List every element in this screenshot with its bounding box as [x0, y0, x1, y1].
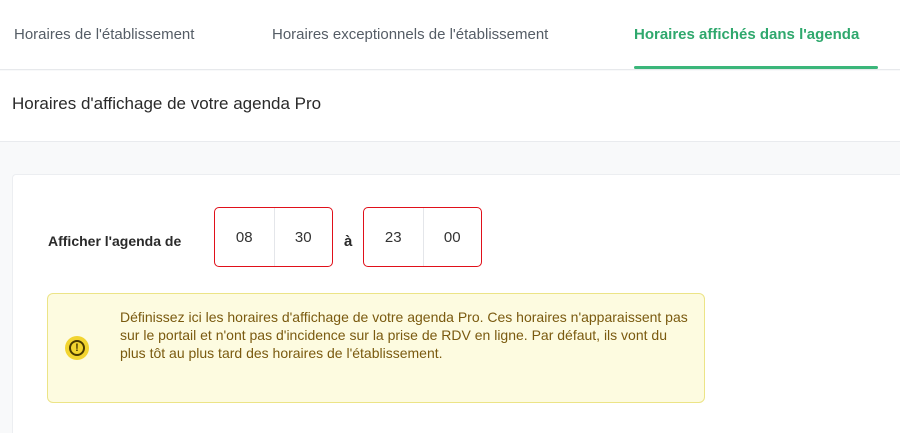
end-hours-field[interactable]: 23 — [364, 208, 423, 266]
tab-horaires-etablissement[interactable]: Horaires de l'établissement — [14, 26, 194, 43]
start-hours-field[interactable]: 08 — [215, 208, 274, 266]
tab-bar: Horaires de l'établissement Horaires exc… — [0, 0, 900, 70]
tab-horaires-exceptionnels[interactable]: Horaires exceptionnels de l'établissemen… — [272, 26, 548, 43]
display-range-label: Afficher l'agenda de — [48, 233, 182, 249]
start-time-input: 08 30 — [214, 207, 333, 267]
tab-horaires-agenda[interactable]: Horaires affichés dans l'agenda — [634, 26, 859, 43]
info-alert-text: Définissez ici les horaires d'affichage … — [120, 309, 688, 361]
start-minutes-field[interactable]: 30 — [273, 208, 333, 266]
exclamation-circle-icon: ! — [65, 336, 89, 360]
title-bar: Horaires d'affichage de votre agenda Pro — [0, 71, 900, 142]
settings-card: Afficher l'agenda de 08 30 à 23 00 ! Déf… — [12, 174, 900, 433]
end-minutes-field[interactable]: 00 — [422, 208, 482, 266]
page-title: Horaires d'affichage de votre agenda Pro — [12, 94, 322, 113]
active-tab-indicator — [634, 66, 878, 69]
time-separator: à — [344, 233, 353, 250]
end-time-input: 23 00 — [363, 207, 482, 267]
info-alert: ! Définissez ici les horaires d'affichag… — [47, 293, 705, 403]
